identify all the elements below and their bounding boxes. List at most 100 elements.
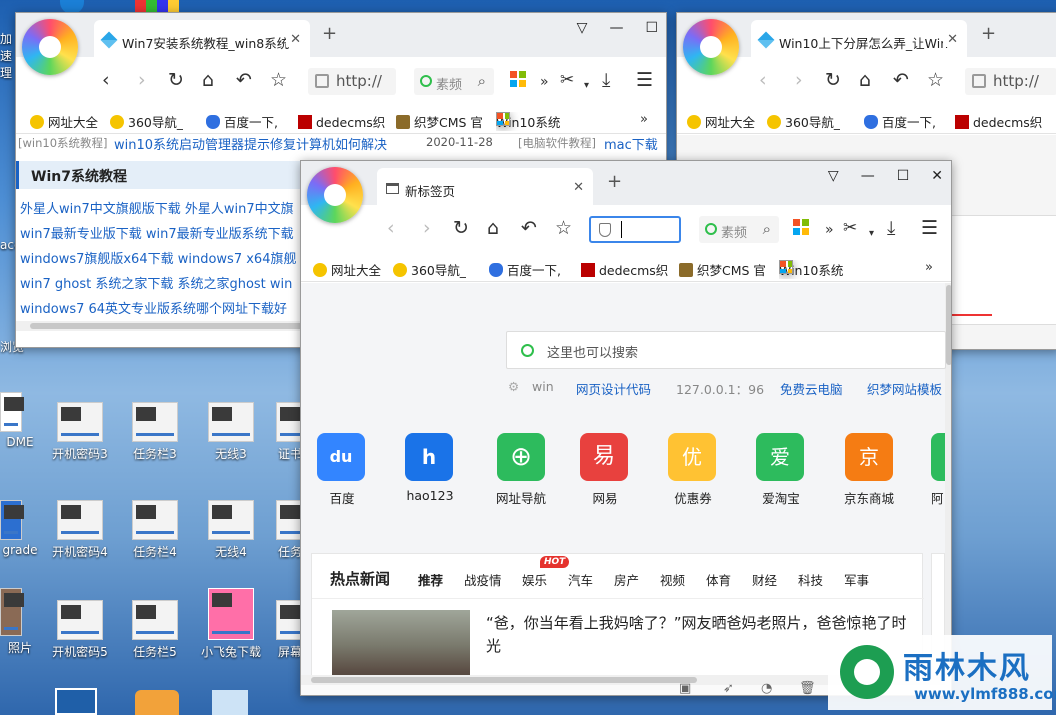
desktop-icon-partial[interactable] xyxy=(55,688,97,715)
more-icon[interactable]: » xyxy=(540,72,549,92)
app-tile-netease[interactable]: 易 网易 xyxy=(580,433,630,507)
maximize-icon[interactable]: ☐ xyxy=(897,168,910,184)
maximize-icon[interactable]: ☐ xyxy=(645,20,658,36)
new-tab-button[interactable]: + xyxy=(981,23,996,44)
tab-new-tab[interactable]: 新标签页 ✕ xyxy=(377,168,593,205)
undo-icon[interactable]: ↶ xyxy=(893,70,909,90)
app-tile-aitaobao[interactable]: 爱 爱淘宝 xyxy=(756,433,806,507)
more-icon[interactable]: » xyxy=(825,220,834,240)
home-icon[interactable]: ⌂ xyxy=(859,70,871,90)
close-tab-icon[interactable]: ✕ xyxy=(286,32,301,47)
article-link[interactable]: windows7旗舰版x64下载 windows7 x64旗舰 xyxy=(20,248,296,267)
bookmark-item[interactable]: 网址大全 xyxy=(313,260,381,279)
news-tab[interactable]: 财经 xyxy=(752,570,777,589)
quick-link[interactable]: 免费云电脑 xyxy=(780,379,843,398)
bookmark-item[interactable]: 360导航_ xyxy=(767,112,840,131)
home-icon[interactable]: ⌂ xyxy=(202,70,214,90)
bookmarks-more-icon[interactable]: » xyxy=(640,112,648,127)
windows-icon[interactable] xyxy=(510,71,526,87)
undo-icon[interactable]: ↶ xyxy=(521,218,537,238)
desktop-icon[interactable]: 照片 xyxy=(0,588,40,656)
app-tile-partial[interactable]: 阿 xyxy=(931,433,945,507)
close-tab-icon[interactable]: ✕ xyxy=(943,32,958,47)
desktop-icon[interactable]: 任务栏3 xyxy=(120,402,190,462)
news-tab[interactable]: 军事 xyxy=(844,570,869,589)
dropdown-icon[interactable]: ▾ xyxy=(869,224,874,244)
bookmark-item[interactable]: 百度一下, xyxy=(864,112,936,131)
news-link[interactable]: mac下载 xyxy=(604,135,658,153)
rocket-icon[interactable]: ➶ xyxy=(723,681,734,695)
minimize-icon[interactable]: — xyxy=(609,20,623,36)
desktop-icon-partial[interactable] xyxy=(135,690,179,715)
refresh-icon[interactable]: ↻ xyxy=(825,70,841,90)
speed-icon[interactable]: ◔ xyxy=(761,681,772,695)
address-bar[interactable] xyxy=(589,216,681,243)
search-icon[interactable]: ⌕ xyxy=(763,220,771,238)
bookmarks-more-icon[interactable]: » xyxy=(925,260,933,275)
scrollbar-thumb[interactable] xyxy=(311,677,697,683)
close-window-icon[interactable]: ✕ xyxy=(931,168,943,184)
quick-link[interactable]: 织梦网站模板 xyxy=(867,379,942,398)
dropdown-icon[interactable]: ▾ xyxy=(584,76,589,96)
trash-icon[interactable]: 🗑 xyxy=(799,681,816,695)
tab-win10-split[interactable]: Win10上下分屏怎么弄_让Win ✕ xyxy=(751,20,967,57)
article-link[interactable]: 外星人win7中文旗舰版下载 外星人win7中文旗 xyxy=(20,198,294,217)
scrollbar-thumb[interactable] xyxy=(946,285,951,365)
news-tab[interactable]: 科技 xyxy=(798,570,823,589)
scissors-icon[interactable]: ✂ xyxy=(560,70,574,90)
desktop-icon[interactable]: 开机密码5 xyxy=(45,600,115,660)
pin-icon[interactable]: ▽ xyxy=(577,20,588,36)
app-tile-coupon[interactable]: 优 优惠券 xyxy=(668,433,718,507)
desktop-icon[interactable]: 任务栏4 xyxy=(120,500,190,560)
scrollbar-thumb[interactable] xyxy=(30,323,330,329)
browser-window-newtab[interactable]: 新标签页 ✕ + ▽ — ☐ ✕ ‹ › ↻ ⌂ ↶ ☆ 素频 ⌕ » ✂ ▾ ⤓… xyxy=(300,160,952,696)
news-tab[interactable]: 汽车 xyxy=(568,570,593,589)
desktop-icon[interactable]: 任务栏5 xyxy=(120,600,190,660)
refresh-icon[interactable]: ↻ xyxy=(168,70,184,90)
desktop-icon[interactable]: DME xyxy=(0,392,40,449)
address-bar[interactable]: http:// xyxy=(965,68,1056,95)
article-link[interactable]: win7 ghost 系统之家下载 系统之家ghost win xyxy=(20,273,292,292)
pin-icon[interactable]: ▽ xyxy=(828,168,839,184)
desktop-icon[interactable]: 开机密码4 xyxy=(45,500,115,560)
star-icon[interactable]: ☆ xyxy=(927,70,944,90)
star-icon[interactable]: ☆ xyxy=(555,218,572,238)
tab-win7-install[interactable]: Win7安装系统教程_win8系统 ✕ xyxy=(94,20,310,57)
article-link[interactable]: windows7 64英文专业版系统哪个网址下载好 xyxy=(20,298,287,317)
home-icon[interactable]: ⌂ xyxy=(487,218,499,238)
app-tile-nav[interactable]: ⊕ 网址导航 xyxy=(491,433,551,507)
desktop-icon[interactable]: grade xyxy=(0,500,40,557)
settings-gear-icon[interactable]: ⚙ xyxy=(508,379,519,394)
undo-icon[interactable]: ↶ xyxy=(236,70,252,90)
news-tab-selected[interactable]: 推荐 xyxy=(418,570,443,589)
forward-icon[interactable]: › xyxy=(795,70,803,90)
desktop-icon-partial[interactable] xyxy=(212,690,248,715)
news-tab[interactable]: 房产 xyxy=(614,570,639,589)
app-tile-baidu[interactable]: du 百度 xyxy=(317,433,367,507)
close-tab-icon[interactable]: ✕ xyxy=(573,180,584,195)
minimize-icon[interactable]: — xyxy=(861,168,875,184)
download-icon[interactable]: ⤓ xyxy=(887,218,895,238)
bookmark-item[interactable]: dedecms织 xyxy=(581,260,668,279)
new-tab-button[interactable]: + xyxy=(607,171,622,192)
bookmark-item[interactable]: 百度一下, xyxy=(206,112,278,131)
forward-icon[interactable]: › xyxy=(423,218,431,238)
bookmark-item[interactable]: Win10系统 xyxy=(496,112,560,131)
bookmark-item[interactable]: 360导航_ xyxy=(393,260,466,279)
star-icon[interactable]: ☆ xyxy=(270,70,287,90)
news-tab[interactable]: 战疫情 xyxy=(464,570,502,589)
download-icon[interactable]: ⤓ xyxy=(602,70,610,90)
bookmark-item[interactable]: 织梦CMS 官 xyxy=(679,260,766,279)
desktop-icon[interactable]: 开机密码3 xyxy=(45,402,115,462)
bookmark-item[interactable]: dedecms织 xyxy=(955,112,1042,131)
search-box[interactable]: 素频 ⌕ xyxy=(699,216,779,243)
vertical-scrollbar[interactable] xyxy=(945,283,951,675)
search-icon[interactable]: ⌕ xyxy=(478,72,486,90)
bookmark-item[interactable]: 360导航_ xyxy=(110,112,183,131)
scissors-icon[interactable]: ✂ xyxy=(843,218,857,238)
windows-icon[interactable] xyxy=(793,219,809,235)
image-icon[interactable]: ▣ xyxy=(679,681,691,695)
big-search-box[interactable]: 这里也可以搜索 xyxy=(506,331,946,369)
refresh-icon[interactable]: ↻ xyxy=(453,218,469,238)
desktop-icon[interactable]: 小飞兔下载 xyxy=(196,588,266,660)
